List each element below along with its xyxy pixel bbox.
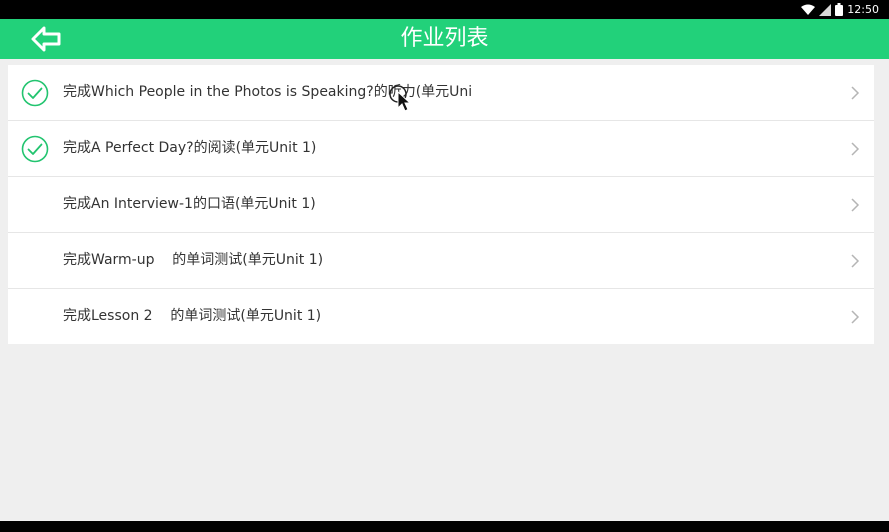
assignment-list: 完成Which People in the Photos is Speaking… <box>8 65 874 344</box>
assignment-row[interactable]: 完成A Perfect Day?的阅读(单元Unit 1) <box>8 121 874 177</box>
check-circle-icon <box>21 79 49 107</box>
chevron-right-icon <box>851 198 860 212</box>
assignment-row[interactable]: 完成Warm-up 的单词测试(单元Unit 1) <box>8 233 874 289</box>
signal-icon <box>819 3 832 16</box>
chevron-right-icon <box>851 86 860 100</box>
page-title: 作业列表 <box>400 26 489 51</box>
status-bar: 12:50 <box>0 0 889 19</box>
assignment-label: 完成Warm-up 的单词测试(单元Unit 1) <box>63 252 324 268</box>
assignment-label: 完成An Interview-1的口语(单元Unit 1) <box>63 196 316 212</box>
assignment-label: 完成A Perfect Day?的阅读(单元Unit 1) <box>63 140 317 156</box>
chevron-right-icon <box>851 142 860 156</box>
check-circle-icon <box>21 135 49 163</box>
wifi-icon <box>801 4 816 16</box>
mouse-cursor-icon <box>389 85 412 112</box>
assignment-row[interactable]: 完成An Interview-1的口语(单元Unit 1) <box>8 177 874 233</box>
assignment-row[interactable]: 完成Lesson 2 的单词测试(单元Unit 1) <box>8 289 874 344</box>
arrow-left-icon <box>31 26 61 52</box>
app-bar: 作业列表 <box>0 19 889 59</box>
assignment-row[interactable]: 完成Which People in the Photos is Speaking… <box>8 65 874 121</box>
chevron-right-icon <box>851 310 860 324</box>
status-icons: 12:50 <box>801 2 879 17</box>
back-button[interactable] <box>24 23 68 55</box>
assignment-label: 完成Lesson 2 的单词测试(单元Unit 1) <box>63 308 322 324</box>
navigation-bar <box>0 521 889 532</box>
chevron-right-icon <box>851 254 860 268</box>
status-time: 12:50 <box>847 3 879 16</box>
battery-icon <box>835 3 844 16</box>
